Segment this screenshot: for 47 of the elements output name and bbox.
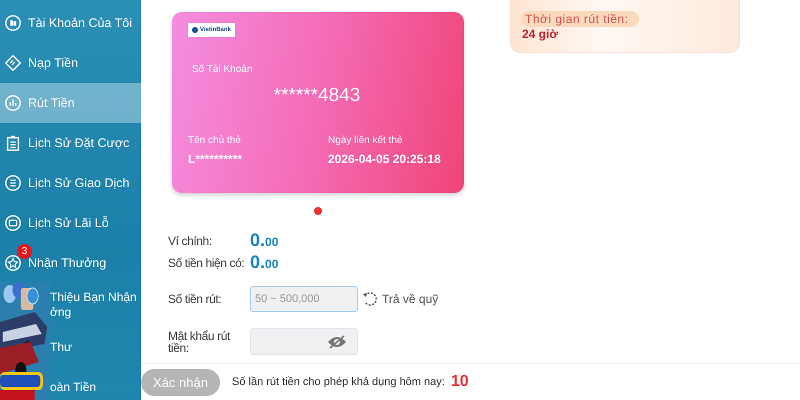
- sidebar-item-label: Lịch Sử Giao Dịch: [28, 176, 130, 190]
- amount-label: Số tiền rút:: [168, 292, 222, 306]
- amount-field[interactable]: 50 ~ 500,000: [250, 286, 358, 312]
- sidebar-item[interactable]: Nạp Tiền: [0, 43, 141, 83]
- sidebar-item-label: Nạp Tiền: [28, 56, 78, 70]
- sidebar-item[interactable]: Lịch Sử Lãi Lỗ: [0, 203, 141, 243]
- sidebar-item[interactable]: Tài Khoản Của Tôi: [0, 3, 141, 43]
- sidebar-item-label: Nhận Thưởng: [28, 256, 106, 270]
- holder-name: L**********: [188, 152, 244, 166]
- balance-value: 0.00: [250, 252, 280, 274]
- sidebar-item[interactable]: Lịch Sử Giao Dịch: [0, 163, 141, 203]
- notification-badge: 3: [17, 244, 32, 259]
- sidebar-item[interactable]: Thư: [50, 327, 141, 367]
- eye-hidden-icon[interactable]: [327, 334, 347, 348]
- holder-label: Tên chủ thẻ: [188, 135, 242, 146]
- sidebar-item[interactable]: oàn Tiền: [50, 367, 141, 400]
- star-icon: [4, 254, 22, 272]
- withdraw-time-label: Thời gian rút tiền:: [521, 11, 640, 27]
- sidebar-item-label: Lịch Sử Đặt Cược: [28, 136, 130, 150]
- password-field[interactable]: [250, 328, 358, 355]
- withdraw-time-value: 24 giờ: [521, 27, 558, 41]
- sidebar-item-label: Lịch Sử Lãi Lỗ: [28, 216, 109, 230]
- sidebar-item[interactable]: Thiệu Bạn Nhận ởng: [50, 283, 141, 327]
- list-icon: [4, 174, 22, 192]
- sidebar-item[interactable]: Rút Tiền: [0, 83, 141, 123]
- withdraw-limit-value: 10: [450, 373, 469, 391]
- account-label: Số Tài Khoản: [192, 64, 252, 75]
- ticket-icon: [4, 54, 22, 72]
- list-icon: [4, 214, 22, 232]
- refresh-icon: [362, 291, 378, 307]
- linked-date-label: Ngày liên kết thẻ: [328, 135, 404, 146]
- linked-date: 2026-04-05 20:25:18: [328, 152, 442, 166]
- password-label: Mật khẩu rút tiền:: [168, 330, 232, 354]
- withdraw-limit-label: Số lần rút tiền cho phép khả dụng hôm nay:: [232, 376, 445, 388]
- account-number: ******4843: [274, 85, 360, 107]
- balance-label: Số tiền hiện có:: [168, 256, 246, 270]
- sidebar-item[interactable]: Lịch Sử Đặt Cược: [0, 123, 141, 163]
- sidebar-item-label: Tài Khoản Của Tôi: [28, 16, 132, 30]
- coins-icon: [4, 14, 22, 32]
- main-wallet-value: 0.00: [250, 230, 280, 252]
- main-wallet-label: Ví chính:: [168, 234, 213, 248]
- chart-icon: [4, 94, 22, 112]
- return-to-fund-link[interactable]: Trả về quỹ: [362, 291, 438, 307]
- carousel-dot[interactable]: [314, 207, 322, 215]
- clipboard-icon: [4, 134, 22, 152]
- sidebar-item-label: Rút Tiền: [28, 96, 75, 110]
- sidebar-item[interactable]: Nhận Thưởng 3: [0, 243, 141, 283]
